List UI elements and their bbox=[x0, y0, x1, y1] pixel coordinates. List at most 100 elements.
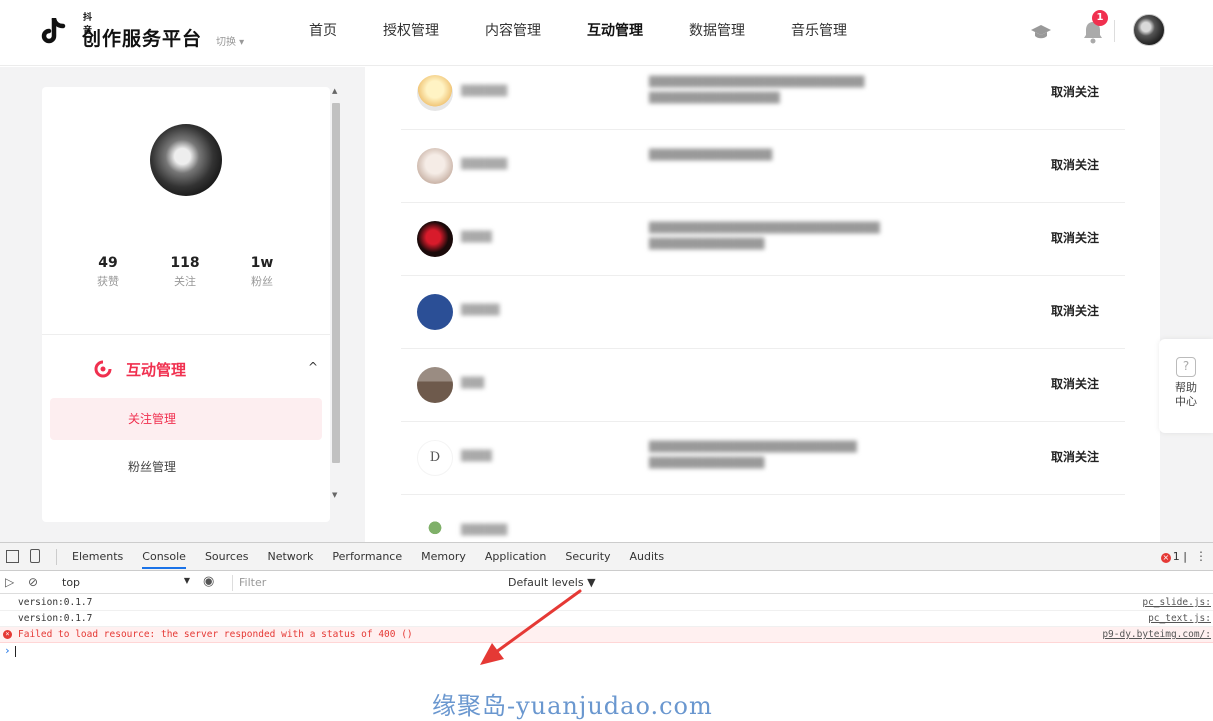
follow-avatar[interactable] bbox=[417, 367, 453, 403]
follow-list: ██████ ████████████████████████████ █████… bbox=[365, 67, 1160, 542]
profile-stats: 49 获赞 118 关注 1w 粉丝 bbox=[78, 255, 292, 289]
douyin-logo-icon bbox=[41, 18, 66, 44]
error-icon: × bbox=[1160, 553, 1171, 563]
scroll-up-icon[interactable]: ▲ bbox=[332, 87, 337, 95]
stat-following-value: 118 bbox=[170, 255, 200, 271]
watermark-text: 缘聚岛-yuanjudao.com bbox=[432, 692, 713, 720]
help-center-button[interactable]: ? 帮助中心 bbox=[1159, 339, 1213, 433]
brand-name: 创作服务平台 bbox=[82, 28, 203, 50]
follow-avatar[interactable] bbox=[417, 294, 453, 330]
follow-avatar[interactable]: D bbox=[417, 440, 453, 476]
tab-console[interactable]: Console bbox=[142, 550, 186, 569]
follow-avatar[interactable] bbox=[417, 517, 453, 542]
follow-name[interactable]: █████ bbox=[461, 305, 499, 316]
unfollow-button[interactable]: 取消关注 bbox=[1051, 375, 1099, 392]
follow-description: ████████████████████████████████████████… bbox=[649, 77, 865, 104]
inspect-element-icon[interactable] bbox=[6, 550, 19, 563]
menu-item-follow-management[interactable]: 关注管理 bbox=[50, 398, 322, 440]
device-toolbar-icon[interactable] bbox=[30, 549, 40, 563]
notification-badge: 1 bbox=[1092, 10, 1108, 26]
follow-description: ████████████████ bbox=[649, 150, 773, 161]
more-options-icon[interactable]: ⋮ bbox=[1195, 549, 1207, 563]
unfollow-button[interactable]: 取消关注 bbox=[1051, 83, 1099, 100]
interaction-icon bbox=[94, 360, 112, 378]
tab-application[interactable]: Application bbox=[485, 550, 546, 569]
menu-item-fans-management[interactable]: 粉丝管理 bbox=[50, 446, 322, 488]
console-message: version:0.1.7 bbox=[18, 597, 93, 608]
console-sidebar-icon[interactable]: ▷ bbox=[5, 575, 14, 589]
list-item: ██████ bbox=[401, 495, 1125, 542]
user-avatar[interactable] bbox=[1133, 14, 1165, 46]
tab-network[interactable]: Network bbox=[267, 550, 313, 569]
console-source-link[interactable]: p9-dy.byteimg.com/: bbox=[1102, 627, 1211, 643]
tab-elements[interactable]: Elements bbox=[72, 550, 123, 569]
list-item: ████ ██████████████████████████████ █████… bbox=[401, 203, 1125, 276]
scrollbar-thumb[interactable] bbox=[332, 103, 340, 463]
nav-item-interaction[interactable]: 互动管理 bbox=[587, 20, 643, 40]
stat-fans-label: 粉丝 bbox=[251, 275, 273, 288]
nav-item-home[interactable]: 首页 bbox=[309, 20, 337, 40]
stat-fans: 1w 粉丝 bbox=[232, 255, 292, 289]
console-toolbar: ▷ ⊘ top ▼ ◉ Filter Default levels ▼ bbox=[0, 572, 1213, 594]
main-area: 49 获赞 118 关注 1w 粉丝 互动管理 ^ 关注管理 粉丝管理 ▲ ▼ … bbox=[0, 67, 1213, 542]
sidebar-scrollbar[interactable]: ▲ ▼ bbox=[330, 83, 344, 513]
tab-performance[interactable]: Performance bbox=[332, 550, 402, 569]
console-output: version:0.1.7 pc_slide.js: version:0.1.7… bbox=[0, 595, 1213, 659]
follow-name[interactable]: ████ bbox=[461, 451, 492, 462]
list-item: ███ 取消关注 bbox=[401, 349, 1125, 422]
devtools-tab-bar: Elements Console Sources Network Perform… bbox=[0, 543, 1213, 571]
tab-security[interactable]: Security bbox=[565, 550, 610, 569]
unfollow-button[interactable]: 取消关注 bbox=[1051, 302, 1099, 319]
nav-item-authorization[interactable]: 授权管理 bbox=[383, 20, 439, 40]
error-icon: × bbox=[3, 630, 12, 639]
tab-separator bbox=[56, 549, 57, 565]
follow-name[interactable]: ███ bbox=[461, 378, 484, 389]
nav-divider bbox=[1114, 20, 1115, 42]
nav-item-content[interactable]: 内容管理 bbox=[485, 20, 541, 40]
unfollow-button[interactable]: 取消关注 bbox=[1051, 156, 1099, 173]
notification-bell[interactable]: 1 bbox=[1082, 10, 1108, 45]
follow-avatar[interactable] bbox=[417, 221, 453, 257]
stat-likes-label: 获赞 bbox=[97, 275, 119, 288]
list-item: ██████ ████████████████████████████ █████… bbox=[401, 67, 1125, 130]
follow-avatar[interactable] bbox=[417, 75, 453, 111]
context-value: top bbox=[62, 576, 81, 589]
error-count-badge[interactable]: × 1 | bbox=[1160, 550, 1187, 563]
follow-name[interactable]: ██████ bbox=[461, 525, 507, 536]
follow-name[interactable]: ████ bbox=[461, 232, 492, 243]
live-expression-eye-icon[interactable]: ◉ bbox=[203, 574, 214, 589]
context-selector[interactable]: top ▼ bbox=[62, 576, 190, 589]
clear-console-icon[interactable]: ⊘ bbox=[28, 575, 38, 589]
stat-likes: 49 获赞 bbox=[78, 255, 138, 289]
console-line: version:0.1.7 pc_slide.js: bbox=[0, 595, 1213, 611]
follow-description: ████████████████████████████████████████… bbox=[649, 442, 857, 469]
stat-following-label: 关注 bbox=[174, 275, 196, 288]
console-prompt-input[interactable]: › bbox=[0, 643, 1213, 659]
console-line: version:0.1.7 pc_text.js: bbox=[0, 611, 1213, 627]
console-filter-input[interactable]: Filter bbox=[232, 575, 502, 591]
nav-item-music[interactable]: 音乐管理 bbox=[791, 20, 847, 40]
graduation-cap-icon[interactable] bbox=[1031, 24, 1051, 40]
follow-avatar[interactable] bbox=[417, 148, 453, 184]
unfollow-button[interactable]: 取消关注 bbox=[1051, 448, 1099, 465]
sidebar: 49 获赞 118 关注 1w 粉丝 互动管理 ^ 关注管理 粉丝管理 bbox=[42, 87, 330, 522]
menu-group-interaction[interactable]: 互动管理 ^ bbox=[94, 359, 318, 381]
tab-audits[interactable]: Audits bbox=[630, 550, 665, 569]
platform-switch[interactable]: 切换 ▾ bbox=[216, 33, 244, 48]
console-message: version:0.1.7 bbox=[18, 613, 93, 624]
nav-item-data[interactable]: 数据管理 bbox=[689, 20, 745, 40]
unfollow-button[interactable]: 取消关注 bbox=[1051, 229, 1099, 246]
scroll-down-icon[interactable]: ▼ bbox=[332, 491, 337, 499]
tab-memory[interactable]: Memory bbox=[421, 550, 466, 569]
error-count: 1 bbox=[1172, 550, 1180, 563]
tab-sources[interactable]: Sources bbox=[205, 550, 249, 569]
console-error-line: × Failed to load resource: the server re… bbox=[0, 627, 1213, 643]
list-item: █████ 取消关注 bbox=[401, 276, 1125, 349]
console-source-link[interactable]: pc_slide.js: bbox=[1142, 595, 1211, 611]
chevron-up-icon[interactable]: ^ bbox=[308, 360, 318, 374]
console-source-link[interactable]: pc_text.js: bbox=[1148, 611, 1211, 627]
follow-name[interactable]: ██████ bbox=[461, 86, 507, 97]
main-nav: 首页 授权管理 内容管理 互动管理 数据管理 音乐管理 bbox=[309, 20, 893, 40]
follow-name[interactable]: ██████ bbox=[461, 159, 507, 170]
stat-likes-value: 49 bbox=[98, 255, 118, 271]
